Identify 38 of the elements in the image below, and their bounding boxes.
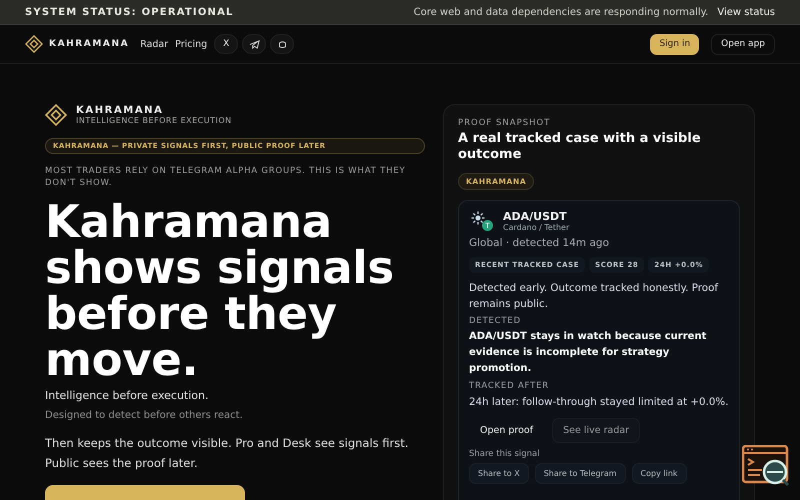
logo-icon <box>25 35 43 53</box>
logo-icon <box>45 104 67 126</box>
hero-description: Then keeps the outcome visible. Pro and Desk see signals first. Public sees the proof later. <box>45 435 410 472</box>
card-eyebrow: PROOF SNAPSHOT <box>458 118 552 128</box>
brand-name: KAHRAMANA <box>49 39 130 49</box>
share-button[interactable]: Copy link <box>632 463 687 484</box>
status-message: Core web and data dependencies are responding normally. <box>414 6 708 18</box>
console-search-icon[interactable] <box>742 445 790 487</box>
discord-button[interactable] <box>270 34 294 54</box>
card-title: A real tracked case with a visible outcome <box>458 131 702 163</box>
section-text: 24h later: follow-through stayed limited at +0.0%. <box>469 395 729 410</box>
nav-link[interactable]: Radar <box>140 38 168 50</box>
share-label: Share this signal <box>469 449 541 459</box>
brand-tagline: INTELLIGENCE BEFORE EXECUTION <box>76 116 232 125</box>
hero-note: Designed to detect before others react. <box>45 410 244 421</box>
chat-bubble-icon <box>278 40 287 48</box>
x-button[interactable]: X <box>214 34 238 54</box>
paper-plane-icon <box>248 38 260 50</box>
section-label: TRACKED AFTER <box>469 381 550 391</box>
nav-link[interactable]: Pricing <box>175 38 208 50</box>
status-label: SYSTEM STATUS: OPERATIONAL <box>25 6 234 18</box>
telegram-button[interactable] <box>242 34 266 54</box>
case-meta: Global · detected 14m ago <box>469 237 610 249</box>
open-app-button[interactable]: Open app <box>711 34 775 54</box>
brand-name: KAHRAMANA <box>76 105 164 116</box>
hero-headline: Kahramana shows signals before they move. <box>45 199 395 383</box>
share-button[interactable]: Share to Telegram <box>534 463 626 484</box>
pair-name: ADA/USDT <box>503 210 568 223</box>
action-button[interactable]: See live radar <box>552 418 640 443</box>
section-text: ADA/USDT stays in watch because current evidence is incomplete for strategy promotion. <box>469 330 708 376</box>
section-label: DETECTED <box>469 316 522 326</box>
share-button[interactable]: Share to X <box>469 463 529 484</box>
sign-in-button[interactable]: Sign in <box>650 34 700 54</box>
view-status-link[interactable]: View status <box>717 6 775 18</box>
case-summary: Detected early. Outcome tracked honestly. Proof remains public. <box>469 281 720 312</box>
hero-subtitle: Intelligence before execution. <box>45 389 210 402</box>
eyebrow-text: MOST TRADERS RELY ON TELEGRAM ALPHA GROUPS. THIS IS WHAT THEY DON'T SHOW. <box>45 165 406 189</box>
pair-fullname: Cardano / Tether <box>503 223 570 232</box>
